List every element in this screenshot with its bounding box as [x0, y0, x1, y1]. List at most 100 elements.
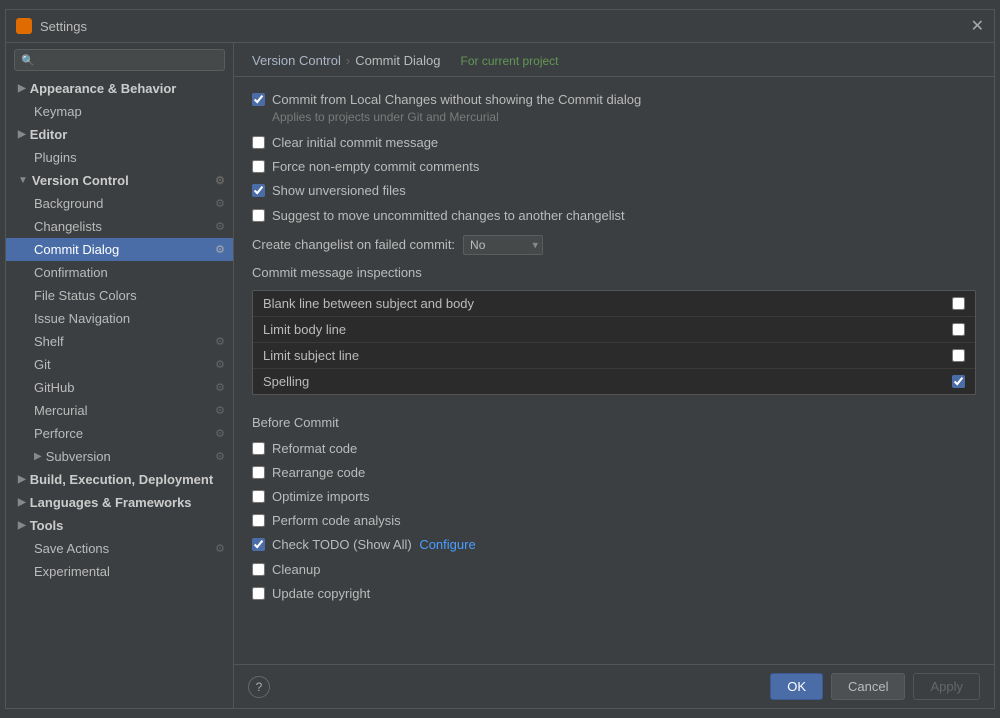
sidebar-item-label: Git	[34, 357, 51, 372]
optimize-imports-row: Optimize imports	[252, 488, 976, 506]
close-button[interactable]: ✕	[971, 16, 984, 36]
sidebar-item-keymap[interactable]: Keymap	[6, 100, 233, 123]
sidebar-item-tools[interactable]: ▶ Tools	[6, 514, 233, 537]
arrow-icon: ▼	[18, 175, 28, 186]
commit-from-local-label: Commit from Local Changes without showin…	[272, 91, 641, 126]
settings-icon: ⚙	[215, 450, 225, 463]
settings-icon: ⚙	[215, 358, 225, 371]
sidebar-item-file-status-colors[interactable]: File Status Colors	[6, 284, 233, 307]
settings-icon: ⚙	[215, 335, 225, 348]
clear-initial-checkbox[interactable]	[252, 136, 265, 149]
ok-button[interactable]: OK	[770, 673, 823, 700]
settings-icon: ⚙	[215, 197, 225, 210]
sidebar-item-issue-navigation[interactable]: Issue Navigation	[6, 307, 233, 330]
update-copyright-checkbox[interactable]	[252, 587, 265, 600]
configure-link[interactable]: Configure	[419, 537, 475, 552]
changelist-select[interactable]: No Yes Ask	[463, 235, 543, 255]
sidebar-item-experimental[interactable]: Experimental	[6, 560, 233, 583]
inspections-title: Commit message inspections	[252, 265, 976, 280]
settings-icon: ⚙	[215, 243, 225, 256]
arrow-icon: ▶	[18, 474, 26, 485]
sidebar-item-commit-dialog[interactable]: Commit Dialog ⚙	[6, 238, 233, 261]
sidebar-item-editor[interactable]: ▶ Editor	[6, 123, 233, 146]
inspections-table: Blank line between subject and body Limi…	[252, 290, 976, 395]
sidebar-item-changelists[interactable]: Changelists ⚙	[6, 215, 233, 238]
help-button[interactable]: ?	[248, 676, 270, 698]
sidebar-item-build-execution[interactable]: ▶ Build, Execution, Deployment	[6, 468, 233, 491]
commit-from-local-checkbox[interactable]	[252, 93, 265, 106]
inspection-checkbox-2[interactable]	[952, 349, 965, 362]
window-title: Settings	[40, 19, 971, 34]
changelist-row: Create changelist on failed commit: No Y…	[252, 235, 976, 255]
inspection-label: Limit subject line	[263, 348, 359, 363]
sidebar-item-label: Shelf	[34, 334, 64, 349]
rearrange-row: Rearrange code	[252, 464, 976, 482]
show-unversioned-row: Show unversioned files	[252, 182, 976, 200]
sidebar-item-label: Build, Execution, Deployment	[30, 472, 213, 487]
sidebar-item-label: Perforce	[34, 426, 83, 441]
reformat-row: Reformat code	[252, 440, 976, 458]
perform-analysis-row: Perform code analysis	[252, 512, 976, 530]
reformat-label: Reformat code	[272, 440, 357, 458]
sidebar-item-appearance[interactable]: ▶ Appearance & Behavior	[6, 77, 233, 100]
inspection-label: Spelling	[263, 374, 309, 389]
sidebar-item-label: File Status Colors	[34, 288, 137, 303]
search-input[interactable]	[39, 53, 218, 67]
sidebar-item-perforce[interactable]: Perforce ⚙	[6, 422, 233, 445]
settings-icon: ⚙	[215, 427, 225, 440]
check-todo-checkbox[interactable]	[252, 538, 265, 551]
sidebar-item-label: Save Actions	[34, 541, 109, 556]
sidebar-item-background[interactable]: Background ⚙	[6, 192, 233, 215]
for-project-label: For current project	[460, 54, 558, 68]
sidebar-item-version-control[interactable]: ▼ Version Control ⚙	[6, 169, 233, 192]
cleanup-row: Cleanup	[252, 561, 976, 579]
inspection-checkbox-0[interactable]	[952, 297, 965, 310]
sidebar-item-confirmation[interactable]: Confirmation	[6, 261, 233, 284]
sidebar-item-label: Plugins	[34, 150, 77, 165]
rearrange-checkbox[interactable]	[252, 466, 265, 479]
settings-icon: ⚙	[215, 542, 225, 555]
sidebar-item-label: Background	[34, 196, 103, 211]
sidebar-item-save-actions[interactable]: Save Actions ⚙	[6, 537, 233, 560]
sidebar-item-label: Commit Dialog	[34, 242, 119, 257]
sidebar-item-label: Editor	[30, 127, 68, 142]
bottom-left: ?	[248, 676, 270, 698]
rearrange-label: Rearrange code	[272, 464, 365, 482]
settings-icon: ⚙	[215, 220, 225, 233]
breadcrumb-parent: Version Control	[252, 53, 341, 68]
sidebar-item-plugins[interactable]: Plugins	[6, 146, 233, 169]
suggest-move-checkbox[interactable]	[252, 209, 265, 222]
sidebar-item-label: Appearance & Behavior	[30, 81, 177, 96]
inspection-checkbox-3[interactable]	[952, 375, 965, 388]
cancel-button[interactable]: Cancel	[831, 673, 905, 700]
sidebar-item-languages[interactable]: ▶ Languages & Frameworks	[6, 491, 233, 514]
sidebar-item-github[interactable]: GitHub ⚙	[6, 376, 233, 399]
force-nonempty-label: Force non-empty commit comments	[272, 158, 479, 176]
arrow-icon: ▶	[18, 520, 26, 531]
optimize-imports-checkbox[interactable]	[252, 490, 265, 503]
inspection-checkbox-1[interactable]	[952, 323, 965, 336]
force-nonempty-checkbox[interactable]	[252, 160, 265, 173]
sidebar-item-mercurial[interactable]: Mercurial ⚙	[6, 399, 233, 422]
apply-button[interactable]: Apply	[913, 673, 980, 700]
optimize-imports-label: Optimize imports	[272, 488, 370, 506]
update-copyright-row: Update copyright	[252, 585, 976, 603]
inspection-row: Limit subject line	[253, 343, 975, 369]
update-copyright-label: Update copyright	[272, 585, 370, 603]
perform-analysis-label: Perform code analysis	[272, 512, 401, 530]
sidebar-item-label: Issue Navigation	[34, 311, 130, 326]
reformat-checkbox[interactable]	[252, 442, 265, 455]
cleanup-checkbox[interactable]	[252, 563, 265, 576]
inspection-row: Limit body line	[253, 317, 975, 343]
sidebar-item-git[interactable]: Git ⚙	[6, 353, 233, 376]
title-bar: Settings ✕	[6, 10, 994, 43]
bottom-bar: ? OK Cancel Apply	[234, 664, 994, 708]
sidebar-item-shelf[interactable]: Shelf ⚙	[6, 330, 233, 353]
inspection-row: Blank line between subject and body	[253, 291, 975, 317]
sidebar-item-subversion[interactable]: ▶ Subversion ⚙	[6, 445, 233, 468]
perform-analysis-checkbox[interactable]	[252, 514, 265, 527]
search-box[interactable]: 🔍	[14, 49, 225, 71]
arrow-icon: ▶	[18, 129, 26, 140]
before-commit-title: Before Commit	[252, 415, 976, 430]
show-unversioned-checkbox[interactable]	[252, 184, 265, 197]
